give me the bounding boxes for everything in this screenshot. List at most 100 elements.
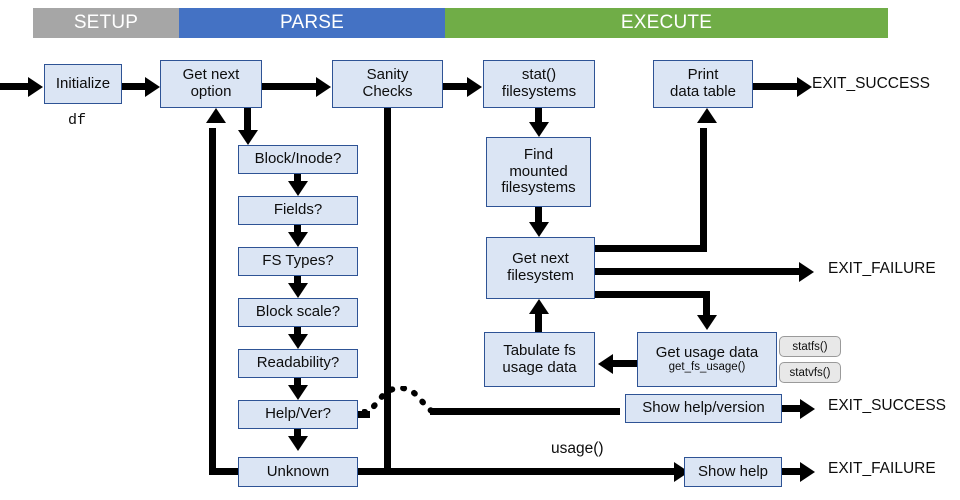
arrowhead-getoption-to-blockinode: [237, 130, 258, 145]
node-check-help-version[interactable]: Help/Ver?: [238, 400, 358, 429]
node-get-next-filesystem-line1: Get next: [512, 250, 569, 268]
connector-unknown-loop-vertical: [209, 128, 216, 475]
connector-getoption-to-sanity: [262, 83, 317, 90]
phase-banner-setup: SETUP: [33, 8, 179, 38]
label-entry-command: df: [68, 112, 87, 129]
chip-statfs-label: statfs(): [792, 340, 828, 353]
node-check-help-version-label: Help/Ver?: [265, 405, 331, 423]
arrowhead-getnextfs-to-print: [696, 108, 717, 123]
arrowhead-print-to-exit-success: [797, 76, 812, 97]
node-find-mounted-line1: Find: [523, 145, 554, 163]
node-check-readability-label: Readability?: [256, 354, 340, 372]
node-find-mounted-line2: mounted: [509, 162, 568, 180]
chip-statfs[interactable]: statfs(): [779, 336, 841, 357]
node-show-help-version-label: Show help/version: [642, 399, 765, 417]
arrowhead-findmounted-to-getnextfs: [528, 222, 549, 237]
node-find-mounted-line3: filesystems: [501, 179, 576, 197]
connector-getnextfs-to-exit-failure: [595, 268, 803, 275]
node-check-fields[interactable]: Fields?: [238, 196, 358, 225]
phase-banner-parse: PARSE: [179, 8, 445, 38]
node-check-block-scale-label: Block scale?: [255, 303, 341, 321]
node-get-usage-data-line1: Get usage data: [655, 343, 759, 361]
chip-statvfs-label: statvfs(): [789, 366, 831, 379]
arrowhead-fields-to-fstypes: [287, 232, 308, 247]
node-check-fs-types-label: FS Types?: [262, 252, 334, 270]
connector-unknown-to-showhelp: [358, 468, 678, 475]
arrowhead-getnextfs-to-exit-failure: [799, 261, 814, 282]
node-show-help-version[interactable]: Show help/version: [625, 394, 782, 423]
connector-usage-to-tabulate: [613, 360, 637, 367]
node-check-block-inode-label: Block/Inode?: [254, 150, 342, 168]
node-show-help[interactable]: Show help: [684, 457, 782, 487]
node-tabulate-line1: Tabulate fs: [503, 341, 576, 359]
node-get-usage-data[interactable]: Get usage data get_fs_usage(): [637, 332, 777, 387]
connector-tabulate-to-getnextfs: [535, 314, 542, 332]
node-check-unknown[interactable]: Unknown: [238, 457, 358, 487]
node-sanity-checks-line1: Sanity: [366, 66, 409, 84]
chip-statvfs[interactable]: statvfs(): [779, 362, 841, 383]
node-get-usage-data-function: get_fs_usage(): [668, 361, 746, 374]
node-tabulate-fs-usage-data[interactable]: Tabulate fs usage data: [484, 332, 595, 387]
node-stat-filesystems[interactable]: stat() filesystems: [483, 60, 595, 108]
node-get-next-filesystem-line2: filesystem: [507, 267, 574, 284]
flowchart-canvas: SETUP PARSE EXECUTE Initialize Get next …: [0, 0, 960, 500]
connector-print-to-exit-success: [753, 83, 799, 90]
label-usage-call: usage(): [551, 440, 604, 457]
arrowhead-readability-to-helpver: [287, 385, 308, 400]
arrowhead-entry-to-initialize: [28, 76, 43, 97]
node-print-data-table[interactable]: Print data table: [653, 60, 753, 108]
node-print-data-table-line1: Print: [687, 66, 719, 84]
connector-getnextfs-to-print-h: [595, 245, 707, 252]
arrowhead-loop-to-getoption: [205, 108, 226, 123]
connector-getnextfs-to-print-v: [700, 128, 707, 252]
node-initialize-line1: Initialize: [55, 74, 111, 92]
arrowhead-blockinode-to-fields: [287, 181, 308, 196]
node-sanity-checks[interactable]: Sanity Checks: [332, 60, 443, 108]
node-get-next-option-line2: option: [190, 83, 232, 100]
arrowhead-sanity-to-stat: [467, 76, 482, 97]
node-sanity-checks-line2: Checks: [362, 83, 413, 100]
arrowhead-initialize-to-getoption: [145, 76, 160, 97]
node-get-next-filesystem[interactable]: Get next filesystem: [486, 237, 595, 299]
connector-getnextfs-to-usage-v: [703, 291, 710, 318]
label-exit-success-bottom: EXIT_SUCCESS: [828, 397, 947, 414]
node-check-fields-label: Fields?: [273, 201, 323, 219]
connector-getnextfs-to-usage-h: [595, 291, 710, 298]
connector-helpver-dotted-hop: [362, 386, 438, 415]
label-exit-success-top: EXIT_SUCCESS: [812, 75, 931, 92]
node-get-next-option-line1: Get next: [182, 66, 240, 84]
arrowhead-showhelp-to-exit: [800, 461, 815, 482]
phase-banner-setup-label: SETUP: [73, 12, 139, 33]
arrowhead-tabulate-to-getnextfs: [528, 299, 549, 314]
node-initialize[interactable]: Initialize: [44, 64, 122, 104]
phase-banner-execute-label: EXECUTE: [620, 12, 713, 33]
arrowhead-helpver-to-unknown: [287, 436, 308, 451]
node-check-unknown-label: Unknown: [266, 462, 330, 480]
arrowhead-showhelpversion-to-exit: [800, 398, 815, 419]
node-check-fs-types[interactable]: FS Types?: [238, 247, 358, 276]
node-stat-filesystems-line2: filesystems: [501, 83, 577, 100]
node-tabulate-line2: usage data: [502, 358, 577, 376]
arrowhead-getoption-to-sanity: [316, 76, 331, 97]
node-check-block-inode[interactable]: Block/Inode?: [238, 145, 358, 174]
connector-initialize-to-getoption: [122, 83, 146, 90]
arrowhead-fstypes-to-blockscale: [287, 283, 308, 298]
node-check-block-scale[interactable]: Block scale?: [238, 298, 358, 327]
phase-banner-parse-label: PARSE: [279, 12, 344, 33]
connector-sanity-to-stat: [443, 83, 469, 90]
node-print-data-table-line2: data table: [670, 83, 736, 100]
node-stat-filesystems-line1: stat(): [521, 66, 557, 84]
arrowhead-usage-to-tabulate: [598, 353, 613, 374]
arrowhead-blockscale-to-readability: [287, 334, 308, 349]
label-exit-failure-bottom: EXIT_FAILURE: [828, 460, 936, 477]
arrowhead-stat-to-findmounted: [528, 122, 549, 137]
connector-entry: [0, 83, 30, 90]
label-exit-failure-mid: EXIT_FAILURE: [828, 260, 936, 277]
arrowhead-getnextfs-to-usage: [696, 315, 717, 330]
connector-to-showhelpversion: [430, 408, 620, 415]
node-get-next-option[interactable]: Get next option: [160, 60, 262, 108]
node-show-help-label: Show help: [697, 462, 769, 480]
node-find-mounted-filesystems[interactable]: Find mounted filesystems: [486, 137, 591, 207]
node-check-readability[interactable]: Readability?: [238, 349, 358, 378]
phase-banner-execute: EXECUTE: [445, 8, 888, 38]
